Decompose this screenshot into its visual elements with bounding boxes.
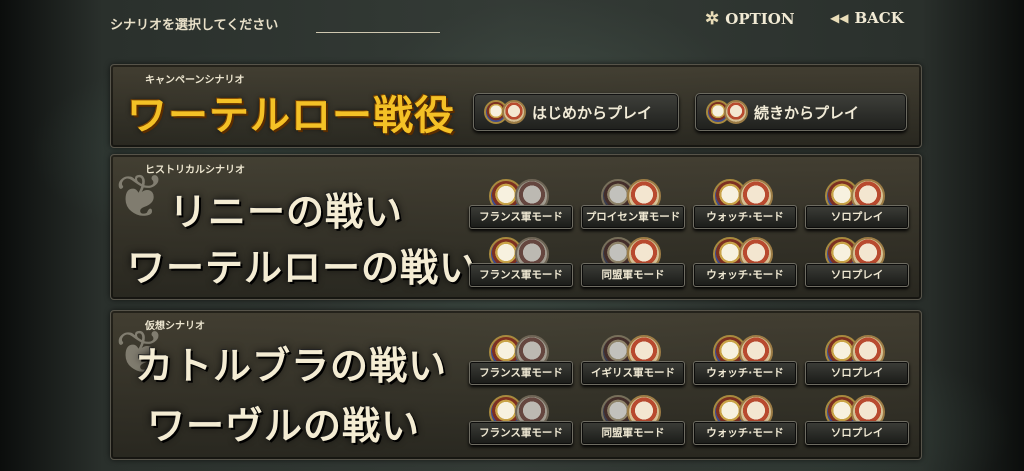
continue-emblems bbox=[706, 100, 748, 124]
title-divider bbox=[316, 32, 440, 33]
mode-label: フランス軍モード bbox=[469, 205, 573, 229]
start-new-label: はじめからプレイ bbox=[532, 103, 653, 122]
waterloo-french-mode-button[interactable]: フランス軍モード bbox=[469, 237, 573, 295]
continue-button[interactable]: 続きからプレイ bbox=[695, 93, 907, 131]
scenario-title-wavre: ワーヴルの戦い bbox=[147, 403, 421, 448]
scenario-title-ligny: リニーの戦い bbox=[169, 189, 404, 234]
ligny-solo-play-button[interactable]: ソロプレイ bbox=[805, 179, 909, 237]
mode-label: フランス軍モード bbox=[469, 263, 573, 287]
mode-label: ソロプレイ bbox=[805, 205, 909, 229]
mode-label: 同盟軍モード bbox=[581, 263, 685, 287]
start-new-button[interactable]: はじめからプレイ bbox=[473, 93, 679, 131]
mode-label: イギリス軍モード bbox=[581, 361, 685, 385]
mode-label: フランス軍モード bbox=[469, 361, 573, 385]
continue-label: 続きからプレイ bbox=[754, 103, 860, 122]
quatre-bras-british-mode-button[interactable]: イギリス軍モード bbox=[581, 335, 685, 393]
mode-label: 同盟軍モード bbox=[581, 421, 685, 445]
campaign-title: ワーテルロー戦役 bbox=[127, 92, 455, 139]
wavre-french-mode-button[interactable]: フランス軍モード bbox=[469, 395, 573, 453]
mode-label: プロイセン軍モード bbox=[581, 205, 685, 229]
campaign-panel: キャンペーンシナリオ ワーテルロー戦役 はじめからプレイ 続きからプレイ bbox=[110, 64, 922, 148]
quatre-bras-watch-mode-button[interactable]: ウォッチ·モード bbox=[693, 335, 797, 393]
wavre-solo-play-button[interactable]: ソロプレイ bbox=[805, 395, 909, 453]
option-label: OPTION bbox=[725, 10, 795, 28]
back-label: BACK bbox=[854, 9, 904, 27]
scenario-title-waterloo: ワーテルローの戦い bbox=[127, 245, 479, 290]
option-button[interactable]: ✲ OPTION bbox=[705, 9, 795, 29]
hypothetical-panel: 仮想シナリオ ❦ カトルブラの戦い ワーヴルの戦い フランス軍モード イギリス軍… bbox=[110, 310, 922, 460]
quatre-bras-solo-play-button[interactable]: ソロプレイ bbox=[805, 335, 909, 393]
start-emblems bbox=[484, 100, 526, 124]
back-button[interactable]: ◀◀ BACK bbox=[830, 9, 904, 27]
waterloo-watch-mode-button[interactable]: ウォッチ·モード bbox=[693, 237, 797, 295]
scenario-title-quatre-bras: カトルブラの戦い bbox=[135, 343, 448, 388]
allied-army-emblem-icon bbox=[502, 100, 526, 124]
page-title: シナリオを選択してください bbox=[110, 18, 279, 33]
mode-label: フランス軍モード bbox=[469, 421, 573, 445]
mode-label: ウォッチ·モード bbox=[693, 205, 797, 229]
ligny-watch-mode-button[interactable]: ウォッチ·モード bbox=[693, 179, 797, 237]
wavre-watch-mode-button[interactable]: ウォッチ·モード bbox=[693, 395, 797, 453]
ligny-prussian-mode-button[interactable]: プロイセン軍モード bbox=[581, 179, 685, 237]
allied-army-emblem-icon bbox=[724, 100, 748, 124]
mode-label: ウォッチ·モード bbox=[693, 263, 797, 287]
waterloo-allied-mode-button[interactable]: 同盟軍モード bbox=[581, 237, 685, 295]
ligny-french-mode-button[interactable]: フランス軍モード bbox=[469, 179, 573, 237]
wavre-allied-mode-button[interactable]: 同盟軍モード bbox=[581, 395, 685, 453]
waterloo-solo-play-button[interactable]: ソロプレイ bbox=[805, 237, 909, 295]
mode-label: ウォッチ·モード bbox=[693, 421, 797, 445]
mode-label: ソロプレイ bbox=[805, 263, 909, 287]
mode-label: ソロプレイ bbox=[805, 421, 909, 445]
mode-label: ソロプレイ bbox=[805, 361, 909, 385]
rewind-icon: ◀◀ bbox=[830, 11, 849, 25]
historical-panel: ヒストリカルシナリオ ❦ リニーの戦い ワーテルローの戦い フランス軍モード プ… bbox=[110, 154, 922, 300]
gear-icon: ✲ bbox=[705, 9, 720, 29]
quatre-bras-french-mode-button[interactable]: フランス軍モード bbox=[469, 335, 573, 393]
ornament-decoration: ❦ bbox=[115, 162, 166, 232]
mode-label: ウォッチ·モード bbox=[693, 361, 797, 385]
